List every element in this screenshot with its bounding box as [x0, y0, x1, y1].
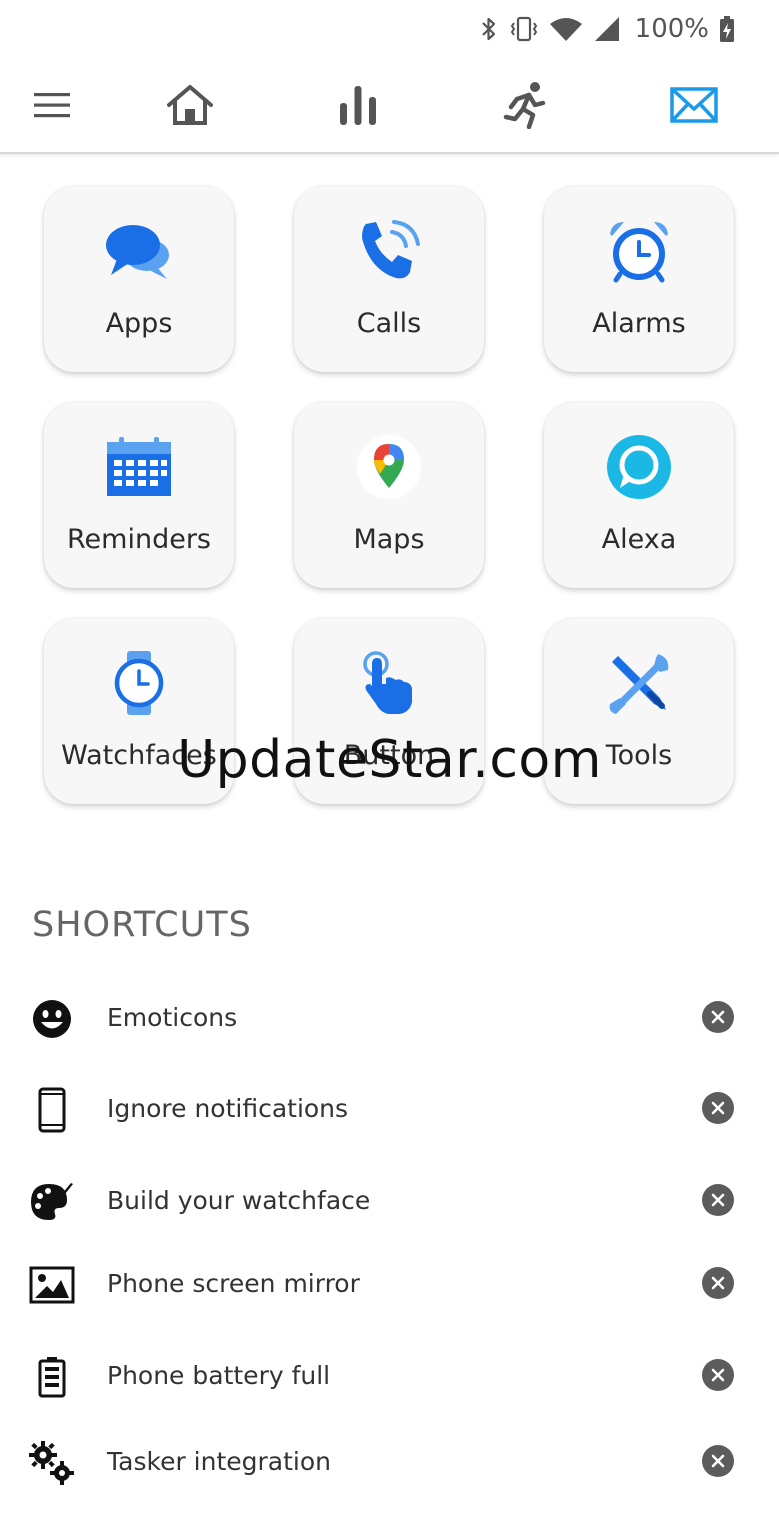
tile-button[interactable]: Button [294, 618, 484, 804]
nav-home-button[interactable] [162, 80, 218, 130]
menu-button[interactable] [24, 80, 80, 130]
remove-shortcut-button[interactable] [702, 1092, 734, 1124]
top-nav [0, 60, 779, 154]
nav-stats-button[interactable] [330, 80, 386, 130]
nav-activity-button[interactable] [498, 80, 554, 130]
tile-label: Apps [105, 308, 173, 339]
palette-icon [31, 1183, 73, 1220]
gears-icon [29, 1441, 74, 1485]
chat-bubbles-icon [106, 225, 169, 279]
close-icon [711, 1454, 725, 1468]
alarm-clock-icon [610, 222, 668, 283]
close-icon [711, 1101, 725, 1115]
tile-calls[interactable]: Calls [294, 186, 484, 372]
shortcut-row-screen-mirror[interactable]: Phone screen mirror [0, 1247, 779, 1317]
bluetooth-icon [481, 17, 495, 41]
maps-pin-icon [357, 435, 421, 499]
menu-icon [34, 93, 70, 118]
phone-outline-icon [38, 1087, 66, 1133]
tap-hand-icon [363, 651, 412, 714]
battery-charging-icon [720, 16, 734, 42]
image-icon [29, 1266, 75, 1304]
remove-shortcut-button[interactable] [702, 1184, 734, 1216]
tile-label: Watchfaces [61, 740, 217, 771]
tile-label: Button [343, 740, 435, 771]
shortcut-row-build-watchface[interactable]: Build your watchface [0, 1164, 779, 1234]
battery-percent: 100% [634, 14, 709, 44]
shortcut-label: Ignore notifications [107, 1094, 349, 1123]
home-icon [167, 85, 213, 125]
remove-shortcut-button[interactable] [702, 1445, 734, 1477]
mail-icon [670, 87, 718, 123]
shortcut-row-emoticons[interactable]: Emoticons [0, 981, 779, 1051]
watch-icon [114, 651, 164, 715]
close-icon [711, 1193, 725, 1207]
calendar-icon [107, 437, 171, 496]
tile-alexa[interactable]: Alexa [544, 402, 734, 588]
close-icon [711, 1276, 725, 1290]
tile-alarms[interactable]: Alarms [544, 186, 734, 372]
tile-label: Alexa [601, 524, 677, 555]
wifi-icon [549, 18, 582, 41]
battery-icon [38, 1357, 66, 1398]
shortcut-row-tasker[interactable]: Tasker integration [0, 1425, 779, 1495]
tile-watchfaces[interactable]: Watchfaces [44, 618, 234, 804]
signal-icon [594, 17, 619, 41]
tile-label: Reminders [67, 524, 211, 555]
tile-reminders[interactable]: Reminders [44, 402, 234, 588]
tools-icon [609, 654, 669, 714]
status-icons: 100% [479, 14, 735, 44]
tile-apps[interactable]: Apps [44, 186, 234, 372]
tile-tools[interactable]: Tools [544, 618, 734, 804]
tile-label: Calls [356, 308, 422, 339]
bar-chart-icon [340, 86, 376, 125]
close-icon [711, 1010, 725, 1024]
shortcuts-title: SHORTCUTS [32, 905, 252, 945]
tile-label: Tools [605, 740, 673, 771]
shortcut-row-ignore-notifications[interactable]: Ignore notifications [0, 1072, 779, 1142]
shortcut-label: Emoticons [107, 1003, 238, 1032]
nav-notifications-button[interactable] [666, 80, 722, 130]
tile-maps[interactable]: Maps [294, 402, 484, 588]
smiley-icon [33, 1000, 71, 1038]
remove-shortcut-button[interactable] [702, 1359, 734, 1391]
status-bar: 100% [0, 0, 779, 60]
close-icon [711, 1368, 725, 1382]
running-icon [503, 82, 546, 129]
vibrate-icon [510, 16, 537, 42]
remove-shortcut-button[interactable] [702, 1001, 734, 1033]
shortcut-label: Phone battery full [107, 1361, 331, 1390]
tile-label: Maps [353, 524, 425, 555]
alexa-icon [607, 435, 671, 499]
shortcut-row-battery-full[interactable]: Phone battery full [0, 1339, 779, 1409]
remove-shortcut-button[interactable] [702, 1267, 734, 1299]
shortcut-label: Tasker integration [107, 1447, 331, 1476]
tile-label: Alarms [592, 308, 686, 339]
phone-ringing-icon [362, 220, 420, 279]
shortcut-label: Phone screen mirror [107, 1269, 360, 1298]
shortcut-label: Build your watchface [107, 1186, 371, 1215]
